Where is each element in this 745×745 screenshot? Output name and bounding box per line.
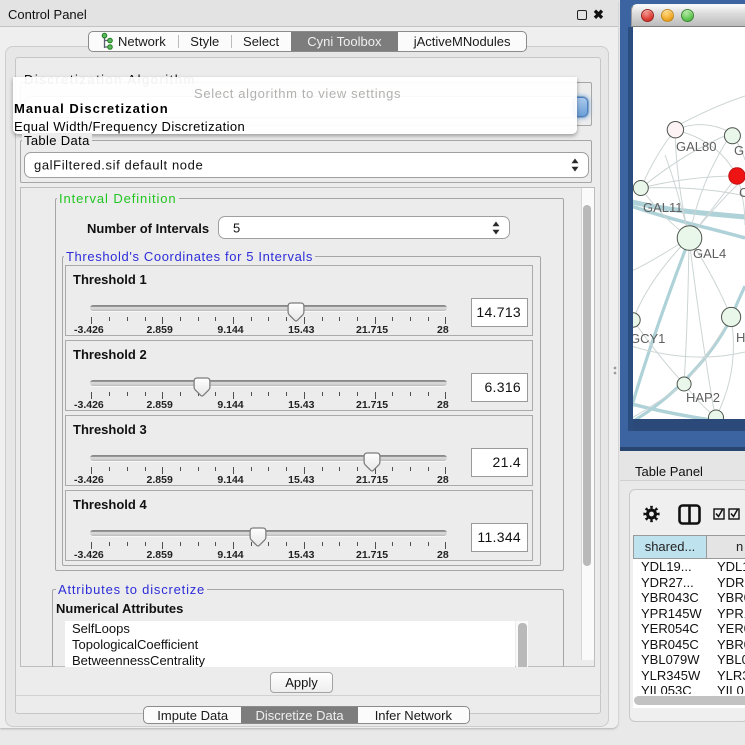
svg-text:G.: G. bbox=[734, 143, 745, 158]
svg-text:GAL4: GAL4 bbox=[693, 246, 726, 261]
svg-text:H: H bbox=[736, 330, 745, 345]
svg-text:GCY1: GCY1 bbox=[633, 331, 665, 346]
svg-text:GAL80: GAL80 bbox=[676, 139, 716, 154]
svg-text:HAP2: HAP2 bbox=[686, 390, 720, 405]
svg-text:C: C bbox=[739, 185, 745, 200]
svg-text:GAL11: GAL11 bbox=[643, 200, 683, 215]
